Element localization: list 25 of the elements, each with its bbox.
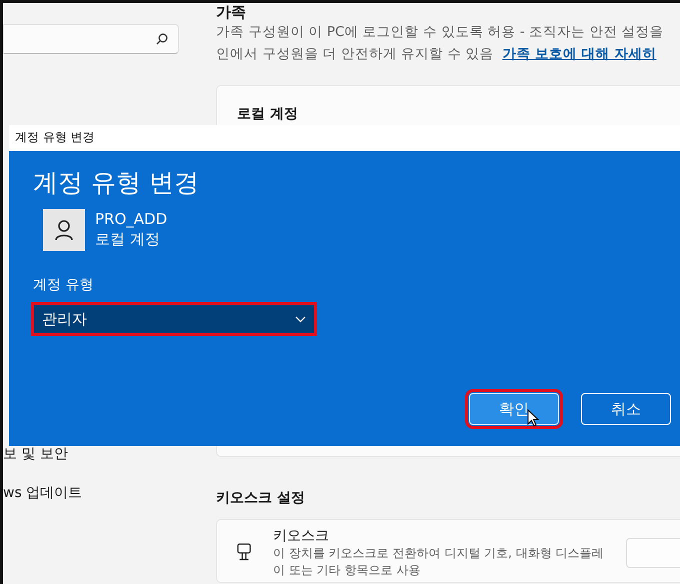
sidebar-item[interactable]: 보 및 보안 — [3, 444, 215, 464]
description-text: 가족 구성원이 이 PC에 로그인할 수 있도록 허용 - 조직자는 안전 설정을 — [216, 24, 664, 40]
search-field[interactable] — [3, 24, 179, 54]
description-text: 인에서 구성원을 더 안전하게 유지할 수 있음 — [216, 46, 494, 62]
chevron-down-icon — [295, 316, 306, 322]
account-type-select[interactable]: 관리자 — [31, 302, 317, 336]
window-title: 계정 유형 변경 — [15, 130, 95, 144]
section-heading: 가족 — [216, 3, 247, 21]
section-heading: 키오스크 설정 — [216, 489, 306, 507]
cursor-icon — [527, 409, 539, 427]
cancel-button[interactable]: 취소 — [581, 393, 671, 425]
kiosk-description: 이 또는 기타 항목으로 사용 — [273, 562, 422, 579]
user-name: PRO_ADD — [95, 209, 168, 229]
account-type-text: 로컬 계정 — [95, 229, 161, 249]
search-icon — [156, 33, 168, 45]
kiosk-title: 키오스크 — [273, 528, 330, 545]
dialog-heading: 계정 유형 변경 — [33, 167, 200, 199]
kiosk-button[interactable] — [626, 538, 680, 568]
sidebar-item[interactable]: ws 업데이트 — [3, 483, 215, 503]
card-title: 로컬 계정 — [237, 105, 298, 122]
avatar-icon — [43, 209, 85, 251]
learn-more-link[interactable]: 가족 보호에 대해 자세히 — [502, 46, 656, 62]
kiosk-icon — [237, 542, 252, 562]
field-label: 계정 유형 — [33, 276, 94, 295]
kiosk-description: 이 장치를 키오스크로 전환하여 디지털 기호, 대화형 디스플레 — [273, 545, 604, 562]
